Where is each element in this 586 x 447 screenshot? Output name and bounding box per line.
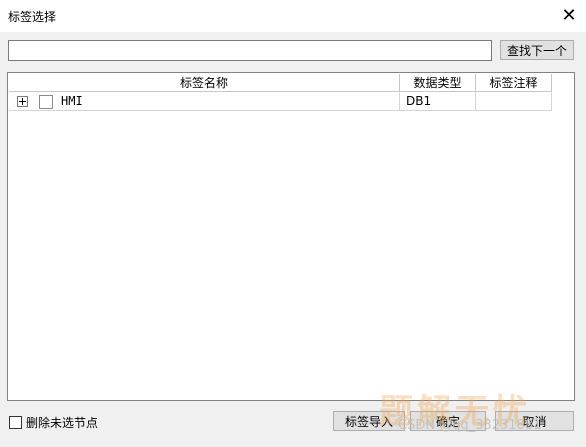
node-checkbox[interactable]	[39, 95, 53, 109]
column-header-name[interactable]: 标签名称	[9, 74, 400, 92]
delete-unselected-checkbox[interactable]	[9, 416, 22, 429]
row-type-cell: DB1	[400, 92, 476, 111]
title-bar: 标签选择 ✕	[0, 0, 586, 32]
import-tags-button[interactable]: 标签导入	[333, 411, 405, 431]
expand-plus-icon[interactable]	[17, 96, 28, 107]
find-next-button[interactable]: 查找下一个	[500, 40, 574, 60]
node-label: HMI	[61, 94, 83, 108]
delete-unselected-label: 删除未选节点	[26, 416, 99, 430]
close-icon[interactable]: ✕	[556, 4, 582, 28]
ok-button[interactable]: 确定	[410, 411, 486, 431]
search-input[interactable]	[8, 40, 492, 61]
column-header-type[interactable]: 数据类型	[400, 74, 476, 92]
window-title: 标签选择	[8, 10, 57, 24]
cancel-button[interactable]: 取消	[495, 411, 574, 431]
tag-tree-table[interactable]: 标签名称 数据类型 标签注释 HMI DB1	[7, 72, 575, 401]
row-comment-cell	[476, 92, 552, 111]
column-header-comment[interactable]: 标签注释	[476, 74, 552, 92]
